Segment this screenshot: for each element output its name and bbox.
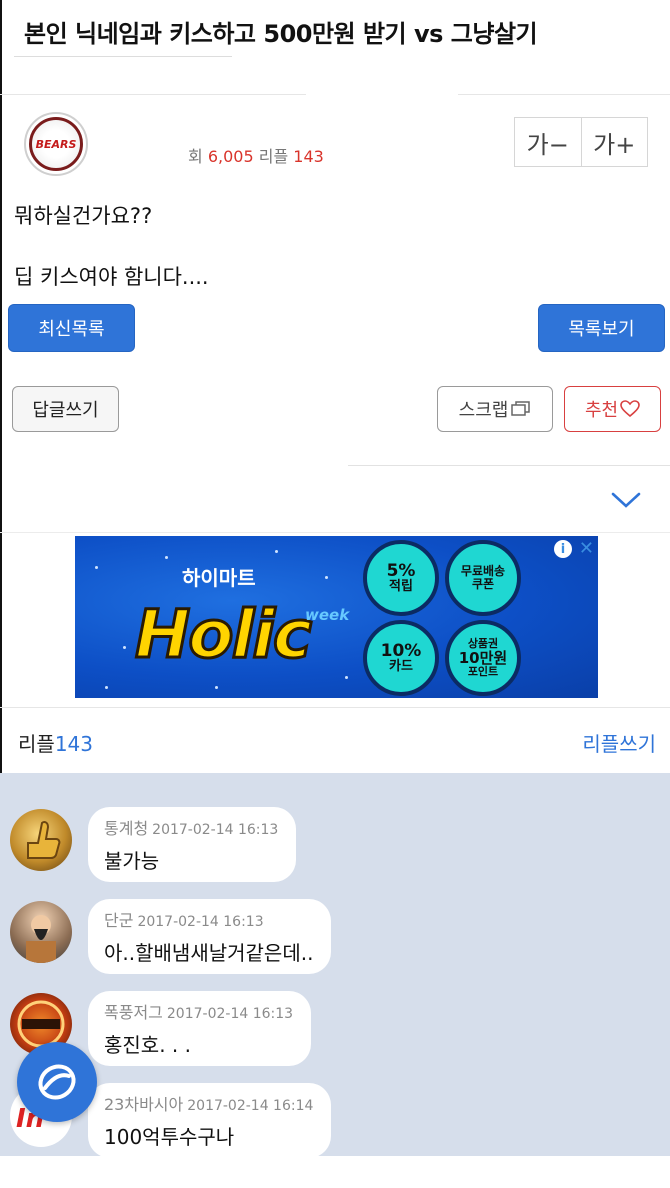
reply-count-header: 리플143 bbox=[18, 728, 93, 757]
comment-date: 2017-02-14 16:13 bbox=[137, 914, 264, 930]
scrap-icon bbox=[511, 401, 531, 416]
coin-big-text: 10만원 bbox=[458, 648, 508, 667]
font-size-controls: 가− 가+ bbox=[514, 117, 648, 167]
bears-logo: BEARS bbox=[29, 117, 83, 171]
section-divider bbox=[348, 465, 670, 466]
coin-small-text: 쿠폰 bbox=[471, 577, 495, 591]
comment-text: 불가능 bbox=[104, 849, 160, 873]
sparkle bbox=[275, 550, 278, 553]
comment-meta: 폭풍저그 2017-02-14 16:13 bbox=[104, 999, 293, 1023]
sparkle bbox=[95, 566, 98, 569]
sparkle bbox=[123, 646, 126, 649]
ad-coin-voucher: 상품권 10만원 포인트 bbox=[445, 620, 521, 696]
recommend-label: 추천 bbox=[584, 400, 619, 421]
comment-bubble[interactable]: 단군 2017-02-14 16:13 아..할배냄새날거같은데.. bbox=[88, 899, 332, 974]
comment-meta: 23차바시아 2017-02-14 16:14 bbox=[104, 1091, 313, 1115]
comment-bubble[interactable]: 폭풍저그 2017-02-14 16:13 홍진호. . . bbox=[88, 991, 312, 1066]
replies-count: 143 bbox=[293, 147, 324, 166]
commenter-avatar[interactable] bbox=[10, 901, 72, 963]
ad-tag: week bbox=[305, 606, 350, 624]
ad-brand: 하이마트 bbox=[182, 566, 256, 590]
ad-top-divider bbox=[0, 532, 670, 533]
heart-icon bbox=[620, 400, 640, 418]
ad-close-icon[interactable]: ✕ bbox=[579, 538, 594, 559]
recommend-button[interactable]: 추천 bbox=[564, 386, 661, 432]
floating-action-button[interactable] bbox=[17, 1042, 97, 1122]
comment-bubble[interactable]: 통계청 2017-02-14 16:13 불가능 bbox=[88, 807, 297, 882]
font-increase-button[interactable]: 가+ bbox=[582, 118, 648, 166]
comment-list: 통계청 2017-02-14 16:13 불가능 단군 2017-02-14 16:… bbox=[0, 773, 670, 1188]
ad-coin-points: 5% 적립 bbox=[363, 540, 439, 616]
comment-date: 2017-02-14 16:13 bbox=[152, 822, 279, 838]
post-title: 본인 닉네임과 키스하고 500만원 받기 vs 그냥살기 bbox=[24, 20, 538, 48]
ad-coin-shipping: 무료배송 쿠폰 bbox=[445, 540, 521, 616]
ad-banner[interactable]: 하이마트 Holic week 5% 적립 무료배송 쿠폰 10% 카드 상품권… bbox=[75, 536, 598, 698]
header-divider-left bbox=[0, 94, 306, 95]
comment-author: 통계청 bbox=[104, 819, 149, 838]
comment-text: 100억투수구나 bbox=[104, 1125, 235, 1149]
coin-big-text: 10% bbox=[380, 640, 422, 661]
comment-bubble[interactable]: 23차바시아 2017-02-14 16:14 100억투수구나 bbox=[88, 1083, 332, 1158]
comment-meta: 통계청 2017-02-14 16:13 bbox=[104, 815, 278, 839]
font-decrease-button[interactable]: 가− bbox=[515, 118, 582, 166]
author-avatar[interactable]: BEARS bbox=[24, 112, 88, 176]
coin-small-text: 적립 bbox=[389, 579, 413, 595]
coin-big-text: 5% bbox=[386, 560, 416, 581]
comment-text: 홍진호. . . bbox=[104, 1033, 191, 1057]
ad-headline: Holic bbox=[134, 595, 314, 675]
comment-date: 2017-02-14 16:14 bbox=[187, 1098, 314, 1114]
coin-small-text: 카드 bbox=[389, 659, 413, 675]
view-list-button[interactable]: 목록보기 bbox=[538, 304, 665, 352]
latest-list-button[interactable]: 최신목록 bbox=[8, 304, 135, 352]
sparkle bbox=[215, 686, 218, 689]
comment-text: 아..할배냄새날거같은데.. bbox=[104, 941, 314, 965]
comment-meta: 단군 2017-02-14 16:13 bbox=[104, 907, 313, 931]
reply-count: 143 bbox=[54, 732, 93, 756]
coin-small-text: 상품권 bbox=[467, 636, 499, 650]
post-body-line-2: 딥 키스여야 함니다.... bbox=[14, 265, 209, 289]
scrap-label: 스크랩 bbox=[458, 400, 509, 421]
commenter-avatar[interactable] bbox=[10, 809, 72, 871]
coin-small-text: 포인트 bbox=[467, 665, 499, 679]
sparkle bbox=[165, 556, 168, 559]
comment-author: 폭풍저그 bbox=[104, 1003, 163, 1022]
sparkle bbox=[325, 576, 328, 579]
write-reply-button[interactable]: 답글쓰기 bbox=[12, 386, 119, 432]
person-icon bbox=[26, 915, 56, 963]
bottom-strip bbox=[0, 1156, 670, 1188]
chevron-down-icon[interactable] bbox=[610, 490, 642, 510]
write-comment-link[interactable]: 리플쓰기 bbox=[582, 728, 656, 757]
comment-date: 2017-02-14 16:13 bbox=[166, 1006, 294, 1022]
ad-bottom-divider bbox=[0, 707, 670, 708]
scrap-button[interactable]: 스크랩 bbox=[437, 386, 553, 432]
title-divider bbox=[14, 56, 232, 57]
sparkle bbox=[345, 676, 348, 679]
sparkle bbox=[105, 686, 108, 689]
thumbs-up-icon bbox=[27, 821, 61, 859]
app-logo-icon bbox=[38, 1064, 76, 1100]
ad-info-icon[interactable]: i bbox=[554, 540, 572, 558]
comment-author: 23차바시아 bbox=[104, 1095, 184, 1114]
post-body-line-1: 뭐하실건가요?? bbox=[14, 204, 153, 228]
views-label: 회 bbox=[188, 147, 203, 166]
header-divider-right bbox=[458, 94, 670, 95]
replies-label: 리플 bbox=[258, 147, 289, 166]
reply-label: 리플 bbox=[18, 732, 55, 756]
comment-author: 단군 bbox=[104, 911, 134, 930]
views-count: 6,005 bbox=[207, 147, 254, 166]
ad-coin-card: 10% 카드 bbox=[363, 620, 439, 696]
post-stats: 회 6,005 리플 143 bbox=[188, 143, 324, 167]
